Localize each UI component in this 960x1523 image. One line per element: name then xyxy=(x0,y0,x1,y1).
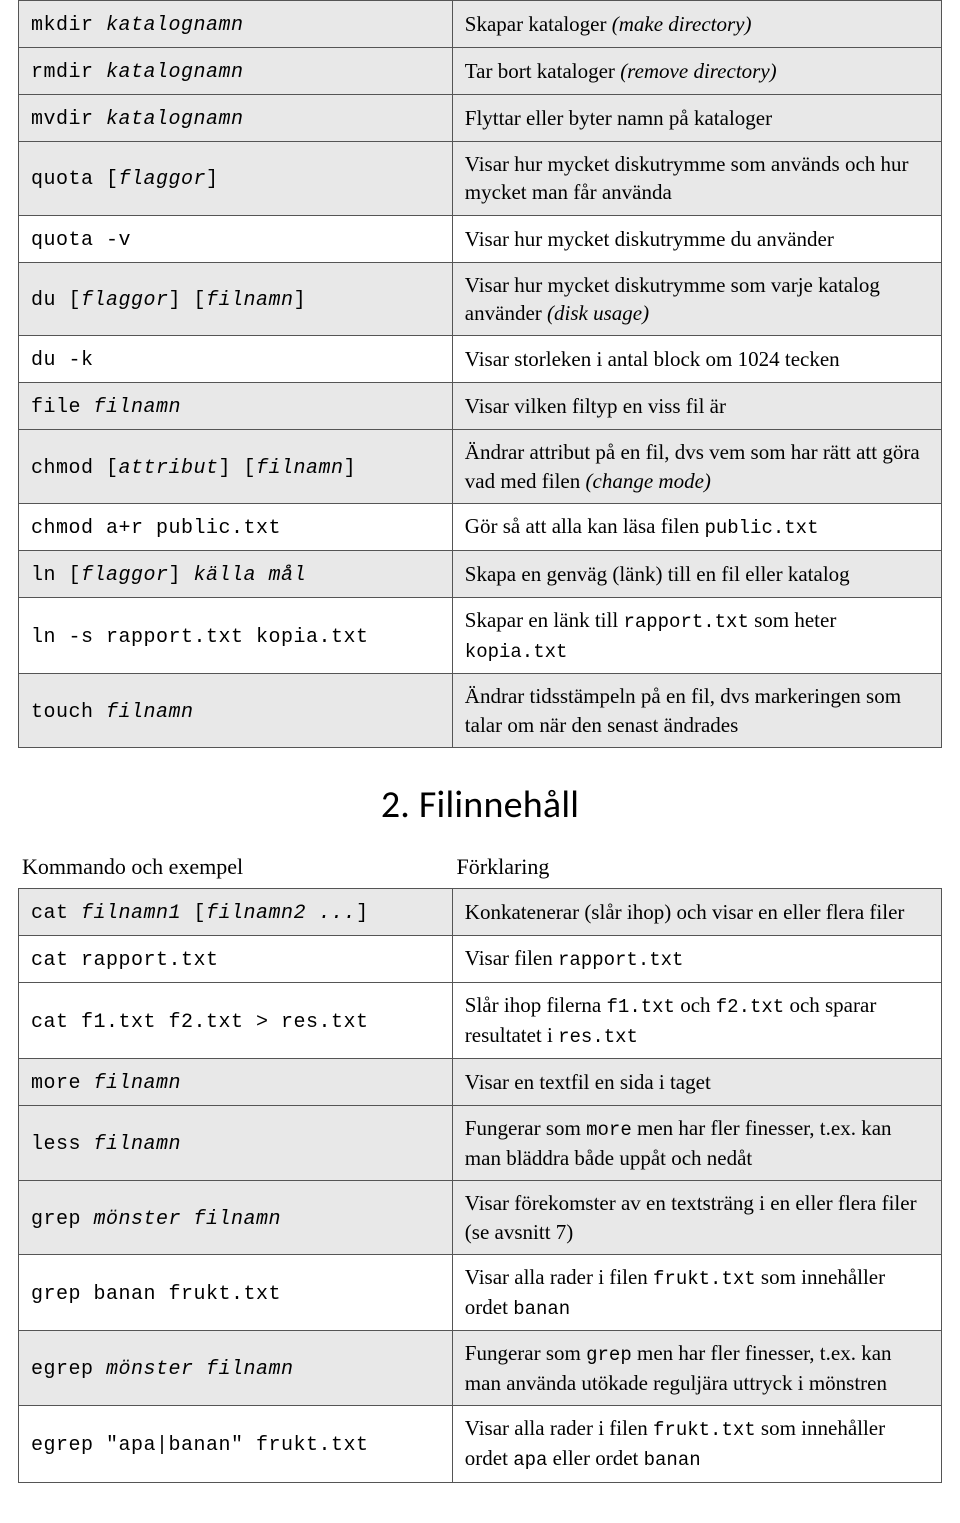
table-row: cat f1.txt f2.txt > res.txtSlår ihop fil… xyxy=(19,983,942,1059)
command-cell: touch filnamn xyxy=(19,674,453,748)
description-cell: Ändrar tidsstämpeln på en fil, dvs marke… xyxy=(452,674,941,748)
command-cell: grep mönster filnamn xyxy=(19,1181,453,1255)
table-row: quota -vVisar hur mycket diskutrymme du … xyxy=(19,215,942,262)
column-headers: Kommando och exempel Förklaring xyxy=(18,854,942,880)
description-cell: Ändrar attribut på en fil, dvs vem som h… xyxy=(452,430,941,504)
command-table-2-body: cat filnamn1 [filnamn2 ...]Konkatenerar … xyxy=(19,889,942,1483)
table-row: chmod [attribut] [filnamn]Ändrar attribu… xyxy=(19,430,942,504)
command-cell: du [flaggor] [filnamn] xyxy=(19,262,453,336)
command-cell: egrep "apa|banan" frukt.txt xyxy=(19,1406,453,1482)
command-cell: rmdir katalognamn xyxy=(19,48,453,95)
command-table-1-body: mkdir katalognamnSkapar kataloger (make … xyxy=(19,1,942,748)
column-header-description: Förklaring xyxy=(453,854,942,880)
command-table-2: cat filnamn1 [filnamn2 ...]Konkatenerar … xyxy=(18,888,942,1483)
command-cell: quota [flaggor] xyxy=(19,142,453,216)
command-cell: cat rapport.txt xyxy=(19,936,453,983)
table-row: mkdir katalognamnSkapar kataloger (make … xyxy=(19,1,942,48)
description-cell: Visar en textfil en sida i taget xyxy=(452,1059,941,1106)
table-row: cat rapport.txtVisar filen rapport.txt xyxy=(19,936,942,983)
column-header-command: Kommando och exempel xyxy=(18,854,453,880)
description-cell: Visar alla rader i filen frukt.txt som i… xyxy=(452,1254,941,1330)
description-cell: Visar hur mycket diskutrymme som varje k… xyxy=(452,262,941,336)
description-cell: Visar vilken filtyp en viss fil är xyxy=(452,383,941,430)
table-row: ln [flaggor] källa målSkapa en genväg (l… xyxy=(19,551,942,598)
command-cell: ln -s rapport.txt kopia.txt xyxy=(19,598,453,674)
description-cell: Visar filen rapport.txt xyxy=(452,936,941,983)
table-row: grep mönster filnamnVisar förekomster av… xyxy=(19,1181,942,1255)
table-row: cat filnamn1 [filnamn2 ...]Konkatenerar … xyxy=(19,889,942,936)
command-cell: chmod a+r public.txt xyxy=(19,504,453,551)
description-cell: Visar alla rader i filen frukt.txt som i… xyxy=(452,1406,941,1482)
table-row: ln -s rapport.txt kopia.txtSkapar en län… xyxy=(19,598,942,674)
description-cell: Fungerar som grep men har fler finesser,… xyxy=(452,1331,941,1406)
table-row: egrep mönster filnamnFungerar som grep m… xyxy=(19,1331,942,1406)
command-cell: quota -v xyxy=(19,215,453,262)
table-row: rmdir katalognamnTar bort kataloger (rem… xyxy=(19,48,942,95)
command-cell: more filnamn xyxy=(19,1059,453,1106)
description-cell: Skapar en länk till rapport.txt som hete… xyxy=(452,598,941,674)
table-row: file filnamnVisar vilken filtyp en viss … xyxy=(19,383,942,430)
section-title-2: 2. Filinnehåll xyxy=(18,782,942,828)
description-cell: Tar bort kataloger (remove directory) xyxy=(452,48,941,95)
table-row: less filnamnFungerar som more men har fl… xyxy=(19,1106,942,1181)
command-cell: chmod [attribut] [filnamn] xyxy=(19,430,453,504)
table-row: quota [flaggor]Visar hur mycket diskutry… xyxy=(19,142,942,216)
command-cell: du -k xyxy=(19,336,453,383)
command-cell: cat filnamn1 [filnamn2 ...] xyxy=(19,889,453,936)
command-cell: ln [flaggor] källa mål xyxy=(19,551,453,598)
description-cell: Gör så att alla kan läsa filen public.tx… xyxy=(452,504,941,551)
command-table-1: mkdir katalognamnSkapar kataloger (make … xyxy=(18,0,942,748)
table-row: du [flaggor] [filnamn]Visar hur mycket d… xyxy=(19,262,942,336)
description-cell: Flyttar eller byter namn på kataloger xyxy=(452,95,941,142)
command-cell: file filnamn xyxy=(19,383,453,430)
table-row: mvdir katalognamnFlyttar eller byter nam… xyxy=(19,95,942,142)
table-row: grep banan frukt.txtVisar alla rader i f… xyxy=(19,1254,942,1330)
command-cell: egrep mönster filnamn xyxy=(19,1331,453,1406)
description-cell: Visar hur mycket diskutrymme du använder xyxy=(452,215,941,262)
description-cell: Skapar kataloger (make directory) xyxy=(452,1,941,48)
command-cell: cat f1.txt f2.txt > res.txt xyxy=(19,983,453,1059)
table-row: more filnamnVisar en textfil en sida i t… xyxy=(19,1059,942,1106)
description-cell: Konkatenerar (slår ihop) och visar en el… xyxy=(452,889,941,936)
table-row: touch filnamnÄndrar tidsstämpeln på en f… xyxy=(19,674,942,748)
table-row: chmod a+r public.txtGör så att alla kan … xyxy=(19,504,942,551)
table-row: egrep "apa|banan" frukt.txtVisar alla ra… xyxy=(19,1406,942,1482)
description-cell: Skapa en genväg (länk) till en fil eller… xyxy=(452,551,941,598)
command-cell: grep banan frukt.txt xyxy=(19,1254,453,1330)
command-cell: less filnamn xyxy=(19,1106,453,1181)
command-cell: mkdir katalognamn xyxy=(19,1,453,48)
table-row: du -kVisar storleken i antal block om 10… xyxy=(19,336,942,383)
description-cell: Slår ihop filerna f1.txt och f2.txt och … xyxy=(452,983,941,1059)
description-cell: Visar förekomster av en textsträng i en … xyxy=(452,1181,941,1255)
description-cell: Fungerar som more men har fler finesser,… xyxy=(452,1106,941,1181)
command-cell: mvdir katalognamn xyxy=(19,95,453,142)
description-cell: Visar storleken i antal block om 1024 te… xyxy=(452,336,941,383)
description-cell: Visar hur mycket diskutrymme som används… xyxy=(452,142,941,216)
